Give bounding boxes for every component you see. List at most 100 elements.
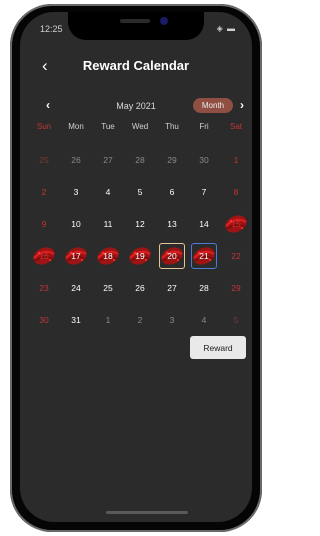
phone-frame: 12:25 ◈ ▬ ‹ Reward Calendar ‹ May 2021 M… — [10, 4, 262, 532]
day-number: 9 — [41, 219, 47, 229]
day-number: 23 — [39, 283, 49, 293]
calendar-day[interactable]: 5 — [220, 304, 252, 336]
day-number: 3 — [73, 187, 79, 197]
calendar-day[interactable]: 25 — [92, 272, 124, 304]
today-marker — [191, 243, 217, 269]
day-number: 1 — [105, 315, 111, 325]
day-number: 29 — [167, 155, 177, 165]
day-number: 29 — [231, 283, 241, 293]
calendar-day[interactable]: 21 — [188, 240, 220, 272]
calendar-day[interactable]: 1 — [92, 304, 124, 336]
day-number: 22 — [231, 251, 241, 261]
day-number: 30 — [39, 315, 49, 325]
weekday-label: Mon — [68, 122, 84, 131]
day-number: 25 — [103, 283, 113, 293]
calendar-day[interactable]: 20 — [156, 240, 188, 272]
calendar-day[interactable]: 13 — [156, 208, 188, 240]
calendar-day[interactable]: 5 — [124, 176, 156, 208]
calendar-day[interactable]: 22 — [220, 240, 252, 272]
day-number: 2 — [137, 315, 143, 325]
calendar-day[interactable]: 30 — [188, 144, 220, 176]
day-number: 3 — [169, 315, 175, 325]
day-number: 12 — [135, 219, 145, 229]
calendar-day[interactable]: 26 — [60, 144, 92, 176]
calendar-day[interactable]: 14 — [188, 208, 220, 240]
calendar-day[interactable]: 28 — [124, 144, 156, 176]
day-number: 18 — [103, 251, 113, 261]
calendar-day[interactable]: 29 — [156, 144, 188, 176]
day-number: 11 — [103, 219, 113, 229]
calendar-day[interactable]: 4 — [92, 176, 124, 208]
day-number: 14 — [199, 219, 209, 229]
day-number: 4 — [105, 187, 111, 197]
calendar-day[interactable]: 8 — [220, 176, 252, 208]
day-number: 6 — [169, 187, 175, 197]
speaker-grille — [120, 19, 150, 23]
day-number: 27 — [167, 283, 177, 293]
calendar-day[interactable]: 19 — [124, 240, 156, 272]
day-number: 5 — [233, 315, 239, 325]
day-number: 26 — [135, 283, 145, 293]
camera-icon — [160, 17, 168, 25]
wifi-battery-icon: ◈ ▬ — [216, 24, 236, 33]
calendar-day[interactable]: 27 — [92, 144, 124, 176]
calendar-day[interactable]: 24 — [60, 272, 92, 304]
day-number: 31 — [71, 315, 81, 325]
day-number: 28 — [135, 155, 145, 165]
calendar-day[interactable]: 7 — [188, 176, 220, 208]
selected-day-marker — [159, 243, 185, 269]
calendar-day[interactable]: 26 — [124, 272, 156, 304]
notch — [68, 12, 204, 40]
day-number: 30 — [199, 155, 209, 165]
calendar-day[interactable]: 6 — [156, 176, 188, 208]
calendar-grid: Sun Mon Tue Wed Thu Fri Sat 25 26 27 28 29 30… — [28, 122, 252, 336]
calendar-week: 30 31 1 2 3 4 5 — [28, 304, 252, 336]
reward-button[interactable]: Reward — [190, 336, 246, 359]
app-screen: 12:25 ◈ ▬ ‹ Reward Calendar ‹ May 2021 M… — [20, 12, 252, 522]
weekday-label: Wed — [131, 122, 149, 131]
calendar-day[interactable]: 25 — [28, 144, 60, 176]
calendar-week: 2 3 4 5 6 7 8 — [28, 176, 252, 208]
calendar-week: 9 10 11 12 13 14 15 — [28, 208, 252, 240]
calendar-day[interactable]: 3 — [156, 304, 188, 336]
weekday-label: Sat — [229, 122, 242, 131]
calendar-day[interactable]: 3 — [60, 176, 92, 208]
day-number: 5 — [137, 187, 143, 197]
calendar-day[interactable]: 28 — [188, 272, 220, 304]
calendar-day[interactable]: 2 — [28, 176, 60, 208]
calendar-day[interactable]: 9 — [28, 208, 60, 240]
calendar-day[interactable]: 16 — [28, 240, 60, 272]
day-number: 26 — [71, 155, 81, 165]
calendar-day[interactable]: 4 — [188, 304, 220, 336]
calendar-day[interactable]: 2 — [124, 304, 156, 336]
calendar-day[interactable]: 15 — [220, 208, 252, 240]
calendar-day[interactable]: 23 — [28, 272, 60, 304]
calendar-day[interactable]: 17 — [60, 240, 92, 272]
day-number: 19 — [135, 251, 145, 261]
calendar-day[interactable]: 12 — [124, 208, 156, 240]
day-number: 4 — [201, 315, 207, 325]
day-number: 27 — [103, 155, 113, 165]
weekday-label: Thu — [165, 122, 179, 131]
day-number: 15 — [231, 219, 241, 229]
calendar-day[interactable]: 30 — [28, 304, 60, 336]
weekday-label: Tue — [101, 122, 115, 131]
weekday-label: Sun — [36, 122, 52, 131]
status-time: 12:25 — [40, 24, 63, 34]
calendar-day[interactable]: 1 — [220, 144, 252, 176]
month-view-toggle[interactable]: Month — [193, 98, 233, 113]
calendar-day[interactable]: 10 — [60, 208, 92, 240]
next-month-icon[interactable]: › — [240, 98, 244, 112]
calendar-day[interactable]: 29 — [220, 272, 252, 304]
calendar-day[interactable]: 31 — [60, 304, 92, 336]
day-number: 1 — [233, 155, 239, 165]
calendar-day[interactable]: 11 — [92, 208, 124, 240]
weekday-label: Fri — [199, 122, 209, 131]
calendar-day[interactable]: 27 — [156, 272, 188, 304]
calendar-day[interactable]: 18 — [92, 240, 124, 272]
day-number: 17 — [71, 251, 81, 261]
day-number: 7 — [201, 187, 207, 197]
page-title: Reward Calendar — [82, 58, 190, 73]
calendar-week: 25 26 27 28 29 30 1 — [28, 144, 252, 176]
calendar-week: 23 24 25 26 27 28 29 — [28, 272, 252, 304]
